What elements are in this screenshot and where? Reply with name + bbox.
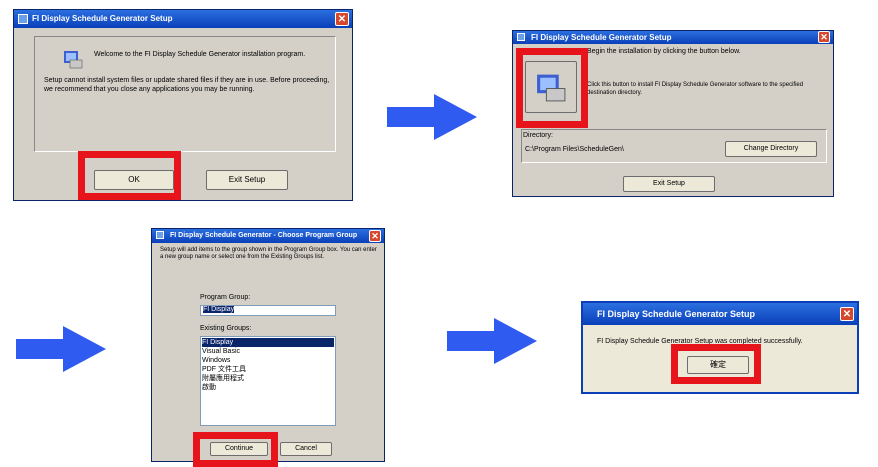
highlight-install	[516, 48, 588, 128]
window-title: FI Display Schedule Generator - Choose P…	[170, 232, 358, 239]
welcome-heading: Welcome to the FI Display Schedule Gener…	[94, 51, 306, 58]
welcome-message: Setup cannot install system files or upd…	[44, 77, 330, 93]
list-item[interactable]: FI Display	[202, 338, 334, 347]
existing-groups-label: Existing Groups:	[200, 325, 252, 332]
change-directory-button[interactable]: Change Directory	[725, 141, 817, 157]
list-item[interactable]: PDF 文件工具	[202, 365, 334, 374]
highlight-ok	[78, 151, 181, 200]
app-icon	[517, 33, 525, 41]
setup-complete-titlebar[interactable]: FI Display Schedule Generator Setup ✕	[583, 303, 857, 325]
app-icon	[18, 14, 28, 24]
list-item[interactable]: 附屬應用程式	[202, 374, 334, 383]
app-icon	[156, 231, 164, 239]
install-description: Click this button to install FI Display …	[587, 82, 804, 96]
cancel-button[interactable]: Cancel	[280, 442, 332, 456]
window-title: FI Display Schedule Generator Setup	[531, 33, 672, 42]
program-group-value: FI Display	[203, 306, 235, 313]
highlight-confirm	[671, 344, 761, 384]
program-group-message: Setup will add items to the group shown …	[160, 247, 377, 260]
close-icon[interactable]: ✕	[818, 31, 830, 43]
exit-setup-button[interactable]: Exit Setup	[623, 176, 715, 192]
welcome-dialog: FI Display Schedule Generator Setup ✕ We…	[13, 9, 353, 201]
arrow-right-icon	[387, 94, 477, 140]
list-item[interactable]: Windows	[202, 356, 334, 365]
highlight-continue	[193, 432, 278, 467]
existing-groups-list[interactable]: FI Display Visual Basic Windows PDF 文件工具…	[200, 336, 336, 426]
close-icon[interactable]: ✕	[840, 307, 854, 321]
directory-label: Directory:	[523, 132, 553, 139]
window-title: FI Display Schedule Generator Setup	[597, 309, 756, 319]
list-item[interactable]: 啟動	[202, 383, 334, 392]
program-group-dialog: FI Display Schedule Generator - Choose P…	[151, 228, 385, 462]
begin-instruction: Begin the installation by clicking the b…	[587, 48, 741, 55]
close-icon[interactable]: ✕	[335, 12, 349, 26]
program-group-titlebar[interactable]: FI Display Schedule Generator - Choose P…	[152, 229, 384, 243]
welcome-dialog-titlebar[interactable]: FI Display Schedule Generator Setup ✕	[14, 10, 352, 28]
close-icon[interactable]: ✕	[369, 230, 381, 242]
arrow-right-icon	[16, 326, 106, 372]
list-item[interactable]: Visual Basic	[202, 347, 334, 356]
begin-install-titlebar[interactable]: FI Display Schedule Generator Setup ✕	[513, 31, 833, 44]
installer-icon	[64, 51, 83, 69]
window-title: FI Display Schedule Generator Setup	[32, 14, 173, 23]
directory-value: C:\Program Files\ScheduleGen\	[525, 146, 624, 153]
exit-setup-button[interactable]: Exit Setup	[206, 170, 288, 190]
program-group-label: Program Group:	[200, 294, 251, 301]
program-group-input[interactable]: FI Display	[200, 305, 336, 316]
arrow-right-icon	[447, 318, 537, 364]
